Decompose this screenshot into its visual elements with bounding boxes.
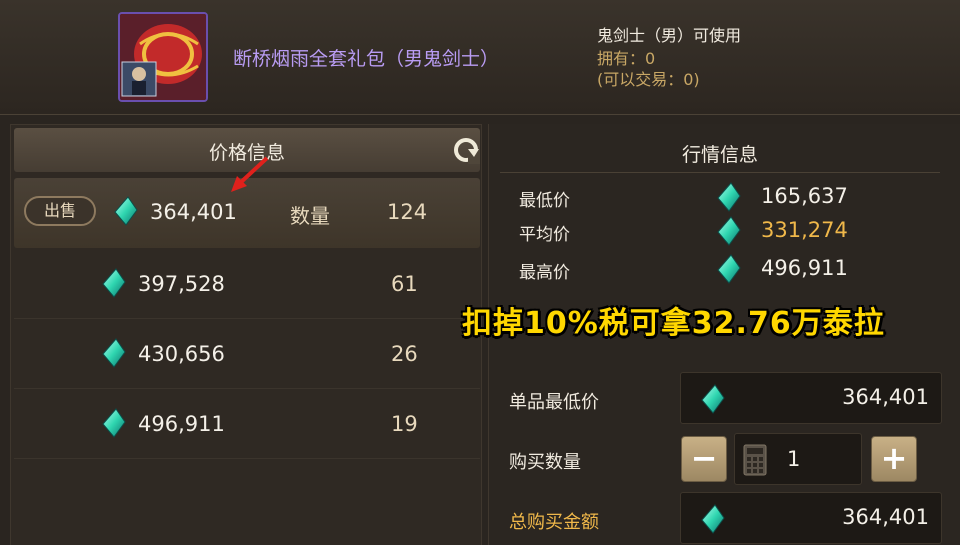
gem-icon	[701, 504, 725, 534]
refresh-icon[interactable]	[452, 136, 480, 164]
tax-caption: 扣掉10%税可拿32.76万泰拉	[462, 306, 885, 341]
listing-row[interactable]: 496,911 19	[14, 388, 480, 459]
gem-icon	[102, 408, 126, 438]
listing-row[interactable]: 397,528 61	[14, 248, 480, 319]
item-name: 断桥烟雨全套礼包（男鬼剑士）	[233, 48, 500, 70]
min-price-label: 最低价	[519, 191, 570, 211]
min-price-value: 165,637	[761, 184, 848, 208]
avg-price-value: 331,274	[761, 218, 848, 242]
max-price-value: 496,911	[761, 256, 848, 280]
gem-icon	[717, 254, 741, 284]
gift-box-icon[interactable]	[118, 12, 208, 102]
listing-price: 364,401	[150, 200, 237, 224]
gem-icon	[114, 196, 138, 226]
listing-row[interactable]: 430,656 26	[14, 318, 480, 389]
quantity-input[interactable]: 1	[734, 433, 862, 485]
unit-min-price-field: 364,401	[680, 372, 942, 424]
listing-price: 397,528	[138, 272, 225, 296]
minus-icon: −	[690, 439, 718, 477]
gem-icon	[102, 268, 126, 298]
market-panel-header: 行情信息	[500, 128, 940, 173]
calculator-icon[interactable]	[743, 444, 767, 476]
max-price-label: 最高价	[519, 263, 570, 283]
red-arrow-icon	[231, 156, 269, 192]
increase-button[interactable]: +	[871, 436, 917, 482]
total-price-field: 364,401	[680, 492, 942, 544]
usable-by: 鬼剑士（男）可使用	[597, 26, 742, 45]
unit-min-price-value: 364,401	[842, 385, 929, 409]
sell-button[interactable]: 出售	[24, 196, 96, 226]
market-panel-title: 行情信息	[681, 144, 758, 166]
quantity-label: 数量	[290, 204, 330, 228]
unit-min-price-label: 单品最低价	[509, 392, 599, 413]
plus-icon: +	[880, 439, 908, 477]
total-price-label: 总购买金额	[509, 512, 599, 533]
listing-price: 496,911	[138, 412, 225, 436]
listing-quantity: 61	[391, 272, 418, 296]
avg-price-label: 平均价	[519, 225, 570, 245]
gem-icon	[717, 182, 741, 212]
listing-quantity: 124	[387, 200, 428, 224]
gem-icon	[701, 384, 725, 414]
quantity-label: 购买数量	[509, 452, 581, 473]
gem-icon	[102, 338, 126, 368]
tradable-count: (可以交易：0)	[597, 70, 700, 89]
listing-quantity: 26	[391, 342, 418, 366]
listing-price: 430,656	[138, 342, 225, 366]
listing-quantity: 19	[391, 412, 418, 436]
item-header: 断桥烟雨全套礼包（男鬼剑士） 鬼剑士（男）可使用 拥有：0 (可以交易：0)	[0, 0, 960, 115]
decrease-button[interactable]: −	[681, 436, 727, 482]
quantity-value: 1	[787, 447, 801, 471]
gem-icon	[717, 216, 741, 246]
total-price-value: 364,401	[842, 505, 929, 529]
